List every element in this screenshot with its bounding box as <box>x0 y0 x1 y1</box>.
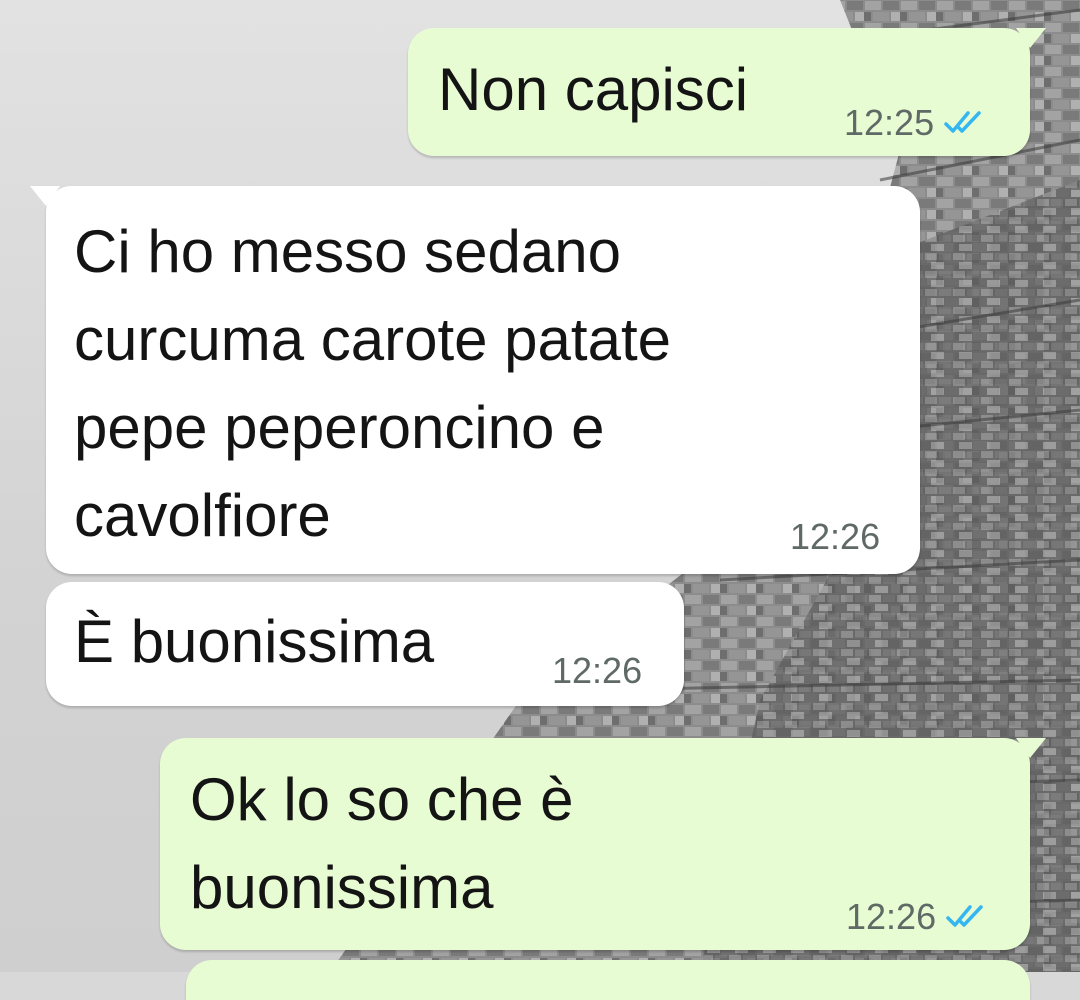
message-bubble-outgoing[interactable]: Ok lo so che è buonissima 12:26 <box>160 738 1046 950</box>
message-bubble-incoming[interactable]: È buonissima 12:26 <box>46 582 684 706</box>
message-meta: 12:25 <box>844 102 988 144</box>
message-time: 12:25 <box>844 102 935 143</box>
message-time: 12:26 <box>790 516 881 557</box>
message-meta: 12:26 <box>552 650 642 692</box>
double-check-icon <box>944 111 981 133</box>
message-time: 12:26 <box>846 896 937 937</box>
message-bubble-incoming[interactable]: Ci ho messo sedano curcuma carote patate… <box>30 186 920 574</box>
message-meta: 12:26 <box>846 896 990 938</box>
message-time: 12:26 <box>552 650 643 691</box>
bubble-tail <box>1016 28 1046 48</box>
double-check-icon <box>946 905 983 927</box>
message-text: Ci ho messo sedano curcuma carote patate… <box>74 218 671 549</box>
message-text: Non capisci <box>438 56 749 123</box>
message-text: È buonissima <box>74 608 435 675</box>
message-meta: 12:26 <box>790 516 880 558</box>
message-bubble-outgoing-partial[interactable] <box>186 960 1030 1000</box>
bubble-tail <box>30 186 60 206</box>
message-text: Ok lo so che è buonissima <box>190 766 574 921</box>
bubble-tail <box>1016 738 1046 758</box>
message-bubble-outgoing[interactable]: Non capisci 12:25 <box>408 28 1046 156</box>
